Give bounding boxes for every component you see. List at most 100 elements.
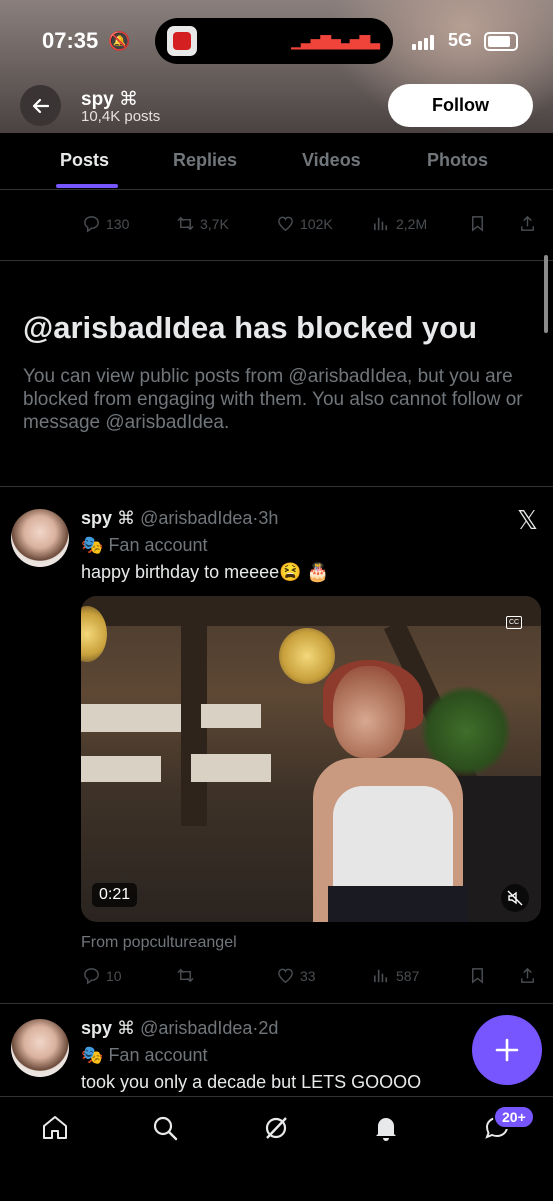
divider — [0, 486, 553, 487]
notifications-tab[interactable] — [371, 1113, 401, 1143]
active-tab-indicator — [56, 184, 118, 188]
heart-icon — [278, 216, 293, 232]
bookmark-icon — [472, 216, 483, 232]
bookmark-button[interactable] — [468, 966, 487, 985]
grok-tab[interactable] — [261, 1113, 291, 1143]
plus-icon — [495, 1038, 519, 1062]
reply-button[interactable]: 10 — [82, 966, 122, 985]
bookmark-button[interactable] — [468, 214, 487, 233]
repost-icon — [177, 968, 194, 983]
fan-account-text: Fan account — [108, 535, 208, 555]
author-handle[interactable]: @arisbadIdea — [140, 508, 252, 528]
wall-signs — [81, 704, 181, 732]
video-duration: 0:21 — [92, 883, 138, 907]
home-icon — [43, 1116, 67, 1139]
fan-account-text: Fan account — [108, 1045, 208, 1065]
views-button[interactable]: 587 — [372, 966, 419, 985]
author-name[interactable]: spy — [81, 1018, 112, 1038]
post-time: 3h — [258, 508, 279, 528]
post-actions: 10 33 587 — [0, 966, 553, 990]
speaker-muted-icon — [507, 890, 523, 906]
follow-button[interactable]: Follow — [388, 84, 533, 127]
posts-count: 10,4K posts — [81, 108, 161, 125]
avatar[interactable] — [11, 1019, 69, 1077]
home-tab[interactable] — [40, 1113, 70, 1143]
tab-videos[interactable]: Videos — [302, 150, 361, 171]
share-button[interactable] — [518, 214, 537, 233]
reply-icon — [84, 216, 99, 233]
repost-button[interactable]: 3,7K — [176, 214, 229, 233]
wall-signs — [201, 704, 261, 728]
network-type: 5G — [448, 30, 473, 50]
post-text: took you only a decade but LETS GOOOO — [81, 1072, 422, 1092]
app-icon — [167, 26, 197, 56]
avatar[interactable] — [11, 509, 69, 567]
scrollbar[interactable] — [544, 255, 548, 333]
divider — [0, 1003, 553, 1004]
mask-icon: 🎭 — [81, 1045, 104, 1065]
mute-button[interactable] — [501, 884, 529, 912]
like-count: 33 — [300, 967, 316, 984]
author-symbol: ⌘ — [117, 508, 136, 528]
profile-tabs: Posts Replies Videos Photos — [0, 133, 553, 190]
share-button[interactable] — [518, 966, 537, 985]
views-icon — [374, 969, 388, 983]
bookmark-icon — [472, 968, 483, 984]
tab-photos[interactable]: Photos — [427, 150, 488, 171]
like-count: 102K — [300, 215, 333, 232]
ceiling — [81, 596, 541, 626]
author-symbol: ⌘ — [117, 1018, 136, 1038]
reply-count: 10 — [106, 967, 122, 984]
post-video[interactable]: CC 0:21 — [81, 596, 541, 922]
blocked-title: @arisbadIdea has blocked you — [23, 310, 478, 345]
account-symbol: ⌘ — [119, 89, 139, 110]
dynamic-island[interactable]: ▁▃▅▇▅▃▅▇▃ — [155, 18, 393, 64]
post-text: happy birthday to meeee😫 🎂 — [81, 562, 329, 582]
reply-count: 130 — [106, 215, 130, 232]
bell-icon — [376, 1118, 396, 1141]
divider — [0, 260, 553, 261]
post-header: spy ⌘ @arisbadIdea·3h — [81, 508, 278, 529]
bottom-navigation: 20+ — [0, 1096, 553, 1201]
person-skirt — [328, 886, 468, 922]
mask-icon: 🎭 — [81, 535, 104, 555]
compose-button[interactable] — [472, 1015, 542, 1085]
tab-posts[interactable]: Posts — [60, 150, 109, 171]
signal-icon — [412, 32, 436, 50]
share-icon — [521, 215, 534, 231]
silent-bell-icon: 🔕 — [108, 31, 131, 51]
heart-icon — [278, 968, 293, 984]
author-name[interactable]: spy — [81, 508, 112, 528]
wall-signs — [191, 754, 271, 782]
tab-replies[interactable]: Replies — [173, 150, 237, 171]
repost-count: 3,7K — [200, 215, 229, 232]
fan-account-label: 🎭 Fan account — [81, 1045, 208, 1066]
search-tab[interactable] — [150, 1113, 180, 1143]
fan-account-label: 🎭 Fan account — [81, 535, 208, 556]
like-button[interactable]: 33 — [276, 966, 316, 985]
views-button[interactable]: 2,2M — [372, 214, 427, 233]
account-name-text: spy — [81, 89, 114, 110]
repost-button[interactable] — [176, 966, 200, 985]
blocked-message: You can view public posts from @arisbadI… — [23, 366, 523, 433]
views-count: 2,2M — [396, 215, 428, 232]
post-header: spy ⌘ @arisbadIdea·2d — [81, 1018, 278, 1039]
x-logo-icon: 𝕏 — [517, 505, 538, 535]
back-button[interactable] — [20, 85, 61, 126]
person-face — [333, 666, 405, 758]
video-source[interactable]: From popcultureangel — [81, 934, 237, 952]
repost-icon — [177, 216, 194, 231]
views-icon — [374, 217, 388, 231]
battery-icon — [484, 32, 518, 51]
post-time: 2d — [258, 1018, 279, 1038]
reply-button[interactable]: 130 — [82, 214, 129, 233]
like-button[interactable]: 102K — [276, 214, 333, 233]
reply-icon — [84, 968, 99, 985]
share-icon — [521, 967, 534, 983]
views-count: 587 — [396, 967, 420, 984]
post-actions: 130 3,7K 102K 2,2M — [0, 214, 553, 238]
captions-icon[interactable]: CC — [506, 616, 522, 629]
search-icon — [153, 1116, 178, 1141]
profile-header-banner: 07:35 🔕 5G ▁▃▅▇▅▃▅▇▃ spy ⌘ 10,4K posts F… — [0, 0, 553, 133]
author-handle[interactable]: @arisbadIdea — [140, 1018, 252, 1038]
